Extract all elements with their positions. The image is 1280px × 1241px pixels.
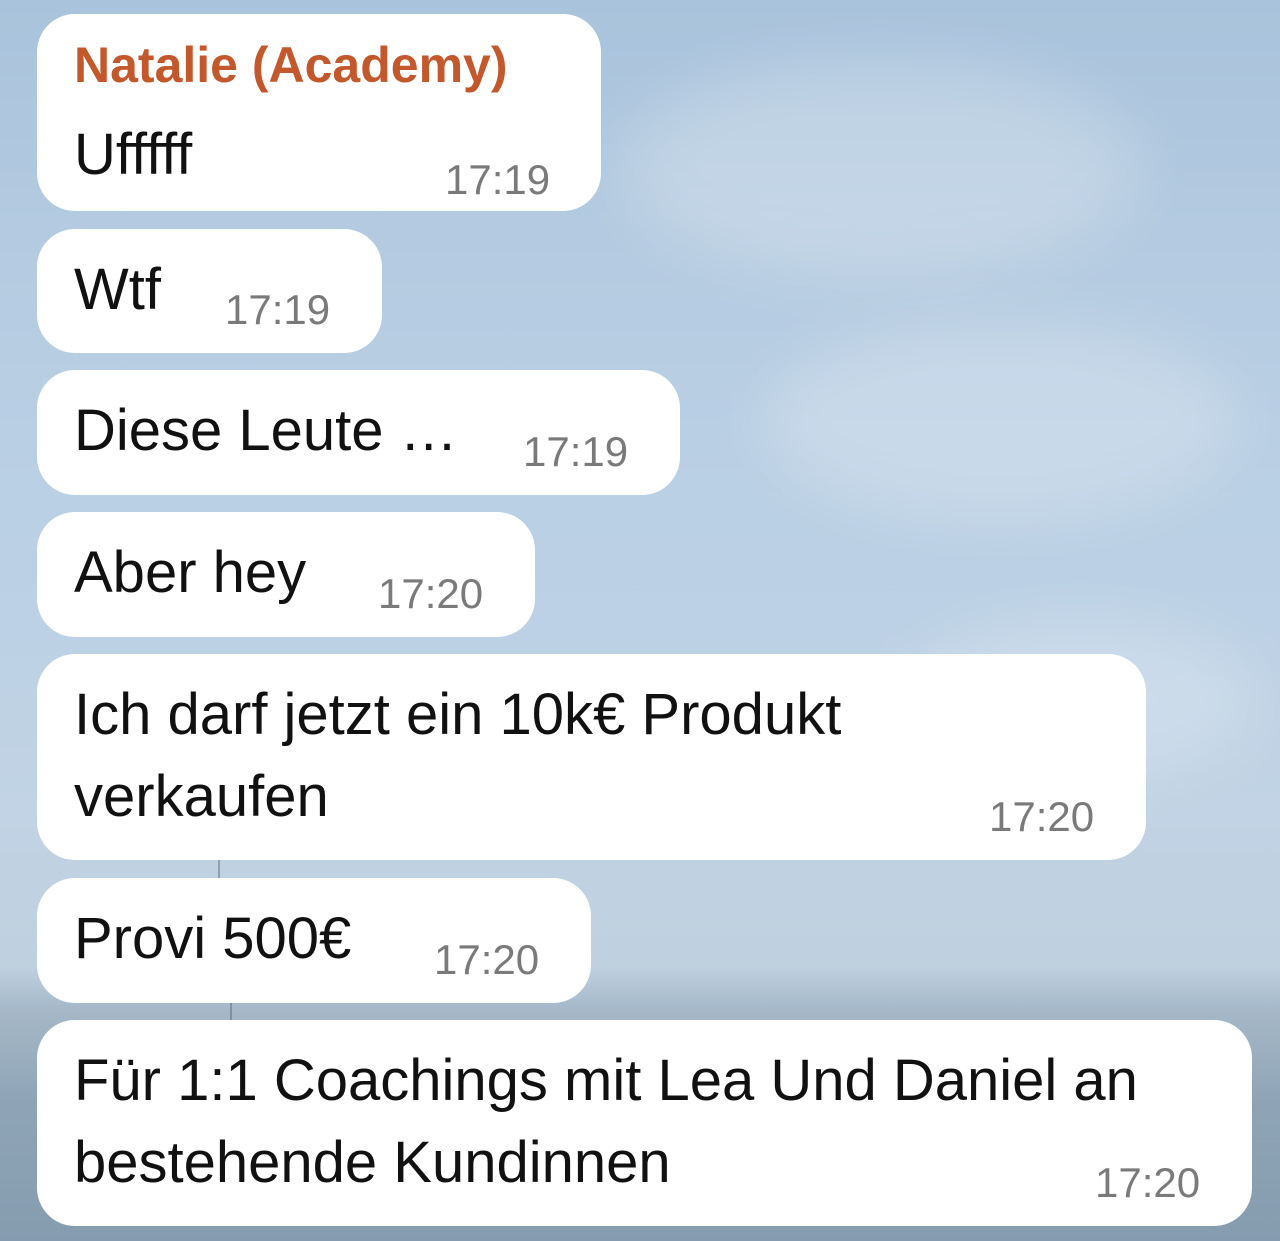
message-text: Für 1:1 Coachings mit Lea Und Daniel an [74,1048,1138,1113]
message-bubble[interactable]: Natalie (Academy) Ufffff 17:19 [37,14,601,211]
message-bubble[interactable]: Ich darf jetzt ein 10k€ Produkt verkaufe… [37,654,1146,860]
message-text: Ufffff [74,122,193,187]
message-bubble[interactable]: Provi 500€ 17:20 [37,878,591,1003]
sender-name[interactable]: Natalie (Academy) [74,36,508,94]
message-text: Diese Leute … [74,398,458,463]
message-bubble[interactable]: Für 1:1 Coachings mit Lea Und Daniel an … [37,1020,1252,1226]
message-time: 17:19 [225,286,331,333]
message-bubble[interactable]: Aber hey 17:20 [37,512,535,637]
message-time: 17:20 [1095,1159,1201,1206]
message-text: Ich darf jetzt ein 10k€ Produkt [74,682,842,747]
message-text: Aber hey [74,540,307,605]
message-bubble[interactable]: Diese Leute … 17:19 [37,370,680,495]
message-text: Wtf [74,257,161,322]
message-time: 17:20 [989,793,1095,840]
message-time: 17:20 [378,570,484,617]
message-time: 17:19 [445,156,551,203]
message-time: 17:19 [523,428,629,475]
message-text: verkaufen [74,764,329,829]
message-bubble[interactable]: Wtf 17:19 [37,229,382,353]
message-text: Provi 500€ [74,906,352,971]
message-text: bestehende Kundinnen [74,1130,671,1195]
message-time: 17:20 [434,936,540,983]
chat-message-list[interactable]: Natalie (Academy) Ufffff 17:19 Wtf 17:19… [0,0,1280,1241]
